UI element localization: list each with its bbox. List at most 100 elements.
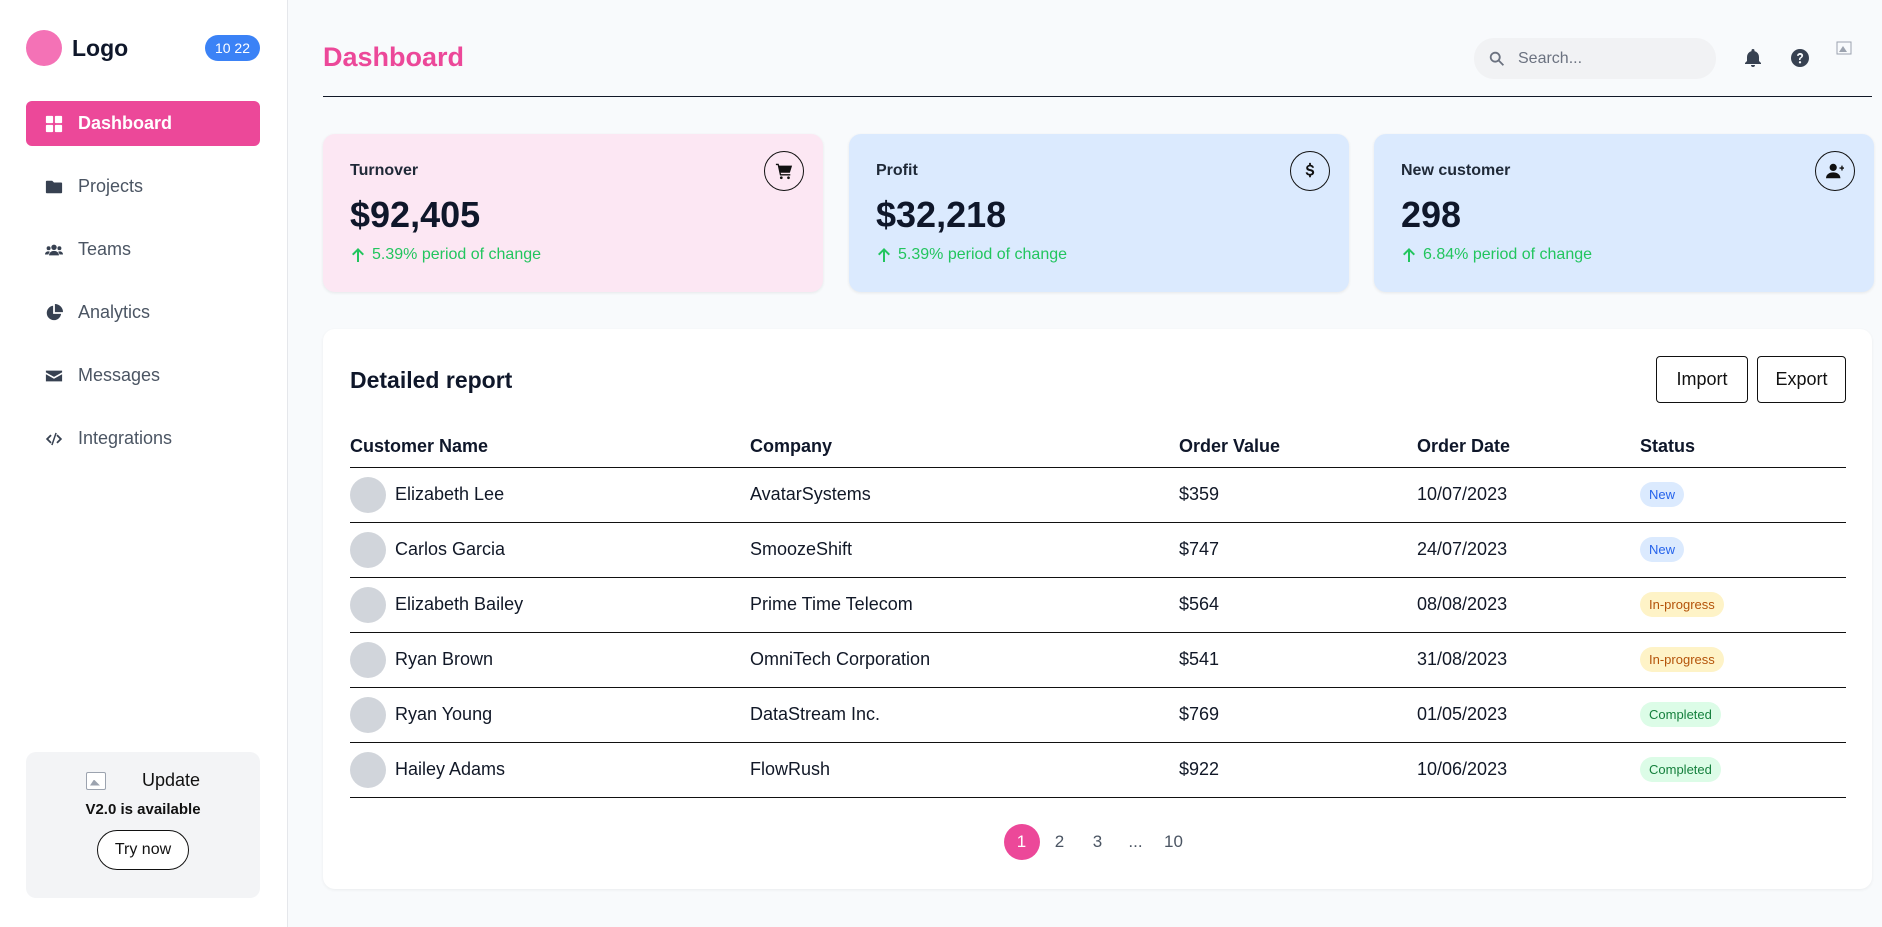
status-badge: Completed [1640, 757, 1721, 782]
pie-chart-icon [44, 303, 64, 323]
avatar[interactable] [1836, 40, 1870, 74]
customer-name: Elizabeth Bailey [395, 594, 524, 614]
sidebar: Logo 10 22 Dashboard Projects Teams Anal… [0, 0, 288, 927]
cart-icon[interactable] [764, 151, 804, 191]
code-icon [44, 429, 64, 449]
header-divider [323, 96, 1872, 97]
import-button[interactable]: Import [1656, 356, 1748, 403]
bell-icon[interactable] [1741, 46, 1765, 70]
update-subtitle: V2.0 is available [85, 801, 201, 818]
card-value: $32,218 [876, 194, 1007, 235]
company-cell: OmniTech Corporation [750, 632, 1179, 688]
card-change-text: 5.39% period of change [372, 246, 542, 263]
table-row[interactable]: Ryan Young DataStream Inc. $769 01/05/20… [350, 687, 1846, 743]
card-change: 5.39% period of change [876, 246, 1067, 264]
broken-image-icon [1836, 41, 1852, 55]
report-title: Detailed report [350, 367, 513, 393]
card-change-text: 6.84% period of change [1423, 246, 1593, 263]
column-header[interactable]: Order Date [1417, 427, 1640, 468]
update-header: Update [26, 770, 260, 791]
sidebar-item-label: Integrations [78, 428, 173, 448]
status-badge: Completed [1640, 702, 1721, 727]
order-value-cell: $541 [1179, 632, 1417, 688]
page-2[interactable]: 2 [1042, 824, 1078, 860]
card-label: New customer [1401, 162, 1511, 179]
order-value-cell: $769 [1179, 687, 1417, 743]
page-3[interactable]: 3 [1080, 824, 1116, 860]
detailed-report: Detailed report Import Export Customer N… [323, 329, 1872, 889]
table-row[interactable]: Carlos Garcia SmoozeShift $747 24/07/202… [350, 522, 1846, 578]
company-cell: AvatarSystems [750, 467, 1179, 523]
status-badge: New [1640, 482, 1685, 507]
pagination: 1 2 3 ... 10 [323, 824, 1872, 860]
logo-icon [26, 30, 62, 66]
time-badge: 10 22 [204, 35, 260, 61]
stat-card-turnover: Turnover $92,405 5.39% period of change [323, 134, 823, 292]
customer-name: Hailey Adams [395, 759, 506, 779]
avatar [350, 696, 386, 733]
card-value: $92,405 [350, 194, 481, 235]
sidebar-item-analytics[interactable]: Analytics [26, 290, 260, 335]
export-button[interactable]: Export [1757, 356, 1846, 403]
order-date-cell: 10/06/2023 [1417, 742, 1640, 798]
table-header-row: Customer Name Company Order Value Order … [350, 427, 1846, 468]
table-row[interactable]: Hailey Adams FlowRush $922 10/06/2023 Co… [350, 742, 1846, 798]
report-table: Customer Name Company Order Value Order … [350, 427, 1846, 798]
sidebar-item-integrations[interactable]: Integrations [26, 416, 260, 461]
avatar [350, 641, 386, 678]
sidebar-item-label: Projects [78, 176, 144, 196]
column-header[interactable]: Company [750, 427, 1179, 468]
user-plus-icon[interactable] [1815, 151, 1855, 191]
users-icon [44, 240, 64, 260]
avatar [350, 476, 386, 513]
try-now-button[interactable]: Try now [97, 830, 189, 870]
sidebar-item-dashboard[interactable]: Dashboard [26, 101, 260, 146]
avatar [350, 531, 386, 568]
customer-cell: Ryan Young [350, 696, 750, 733]
avatar [350, 586, 386, 623]
broken-image-icon [85, 771, 106, 790]
sidebar-item-messages[interactable]: Messages [26, 353, 260, 398]
order-date-cell: 08/08/2023 [1417, 577, 1640, 633]
card-change-text: 5.39% period of change [898, 246, 1068, 263]
folder-icon [44, 177, 64, 197]
search-icon [1489, 51, 1505, 66]
order-date-cell: 31/08/2023 [1417, 632, 1640, 688]
dollar-icon[interactable] [1290, 151, 1330, 191]
column-header[interactable]: Status [1640, 427, 1846, 468]
sidebar-item-projects[interactable]: Projects [26, 164, 260, 209]
logo[interactable]: Logo 10 22 [26, 29, 260, 67]
column-header[interactable]: Order Value [1179, 427, 1417, 468]
customer-cell: Ryan Brown [350, 641, 750, 678]
table-row[interactable]: Elizabeth Lee AvatarSystems $359 10/07/2… [350, 467, 1846, 523]
table-row[interactable]: Elizabeth Bailey Prime Time Telecom $564… [350, 577, 1846, 633]
update-title: Update [141, 770, 201, 790]
order-value-cell: $359 [1179, 467, 1417, 523]
arrow-up-icon [878, 248, 890, 262]
page-10[interactable]: 10 [1156, 824, 1192, 860]
column-header[interactable]: Customer Name [350, 427, 750, 468]
order-date-cell: 24/07/2023 [1417, 522, 1640, 578]
sidebar-item-teams[interactable]: Teams [26, 227, 260, 272]
search-input[interactable] [1518, 49, 1698, 68]
card-label: Profit [876, 162, 918, 179]
customer-name: Ryan Brown [395, 649, 494, 669]
update-card: Update V2.0 is available Try now [26, 752, 260, 898]
card-change: 5.39% period of change [350, 246, 541, 264]
card-value: 298 [1401, 194, 1462, 235]
status-badge: New [1640, 537, 1685, 562]
table-row[interactable]: Ryan Brown OmniTech Corporation $541 31/… [350, 632, 1846, 688]
order-date-cell: 10/07/2023 [1417, 467, 1640, 523]
card-label: Turnover [350, 162, 419, 179]
customer-cell: Hailey Adams [350, 751, 750, 788]
page-1[interactable]: 1 [1003, 824, 1040, 860]
order-value-cell: $747 [1179, 522, 1417, 578]
search-box[interactable] [1474, 38, 1716, 79]
sidebar-item-label: Teams [78, 239, 132, 259]
customer-name: Elizabeth Lee [395, 484, 505, 504]
help-icon[interactable] [1788, 46, 1812, 70]
company-cell: FlowRush [750, 742, 1179, 798]
sidebar-nav: Dashboard Projects Teams Analytics Messa… [26, 101, 260, 479]
sidebar-item-label: Analytics [78, 302, 151, 322]
order-date-cell: 01/05/2023 [1417, 687, 1640, 743]
